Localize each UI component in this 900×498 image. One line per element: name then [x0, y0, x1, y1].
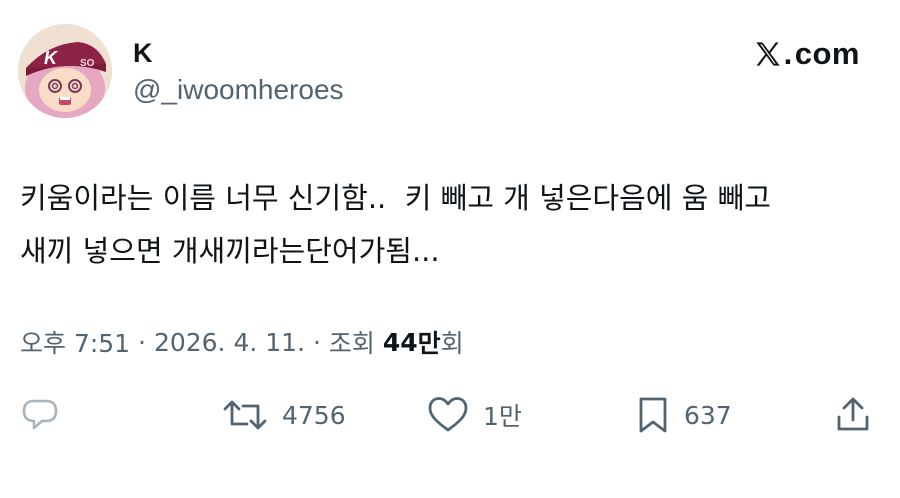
avatar[interactable]: K SO [18, 24, 112, 118]
reply-button[interactable] [20, 390, 76, 440]
views-unit: 만 [417, 329, 441, 358]
views-suffix: 회 [440, 329, 464, 358]
meta-separator: · [305, 327, 329, 357]
meta-separator: · [130, 327, 154, 357]
svg-text:K: K [44, 48, 59, 68]
tweet-text-line-2: 새끼 넣으면 개새끼라는단어가됨... [20, 234, 440, 268]
x-com-logo: . com [754, 34, 860, 74]
tweet-text: 키움이라는 이름 너무 신기함.. 키 빼고 개 넣은다음에 움 빼고 새끼 넣… [20, 172, 890, 278]
retweet-count: 4756 [282, 400, 346, 430]
heart-icon [428, 397, 468, 432]
like-button[interactable]: 1만 [427, 390, 522, 440]
x-logo-dot: . [783, 36, 793, 71]
author-display-name[interactable]: K [133, 38, 153, 69]
tweet-time[interactable]: 오후 7:51 [20, 324, 130, 360]
x-logo-icon [755, 42, 780, 66]
views-label: 조회 [328, 329, 375, 358]
svg-text:SO: SO [80, 58, 95, 69]
tweet-meta: 오후 7:51 · 2026. 4. 11. · 조회 44 만 회 [20, 322, 464, 362]
avatar-image: K SO [18, 24, 112, 118]
like-count: 1만 [483, 402, 522, 431]
views-count: 44 [382, 327, 418, 357]
share-button[interactable] [833, 390, 873, 440]
bookmark-button[interactable]: 637 [636, 390, 732, 440]
tweet-text-line-1: 키움이라는 이름 너무 신기함.. 키 빼고 개 넣은다음에 움 빼고 [20, 181, 771, 215]
reply-icon [22, 399, 58, 430]
bookmark-count: 637 [684, 400, 732, 430]
tweet-date[interactable]: 2026. 4. 11. [154, 328, 305, 357]
retweet-button[interactable]: 4756 [222, 390, 346, 440]
x-logo-text: com [794, 36, 860, 71]
tweet-actions: 4756 1만 637 [0, 390, 900, 440]
share-icon [837, 397, 869, 431]
retweet-icon [223, 400, 267, 430]
bookmark-icon [639, 397, 667, 433]
author-handle[interactable]: @_iwoomheroes [133, 74, 344, 106]
